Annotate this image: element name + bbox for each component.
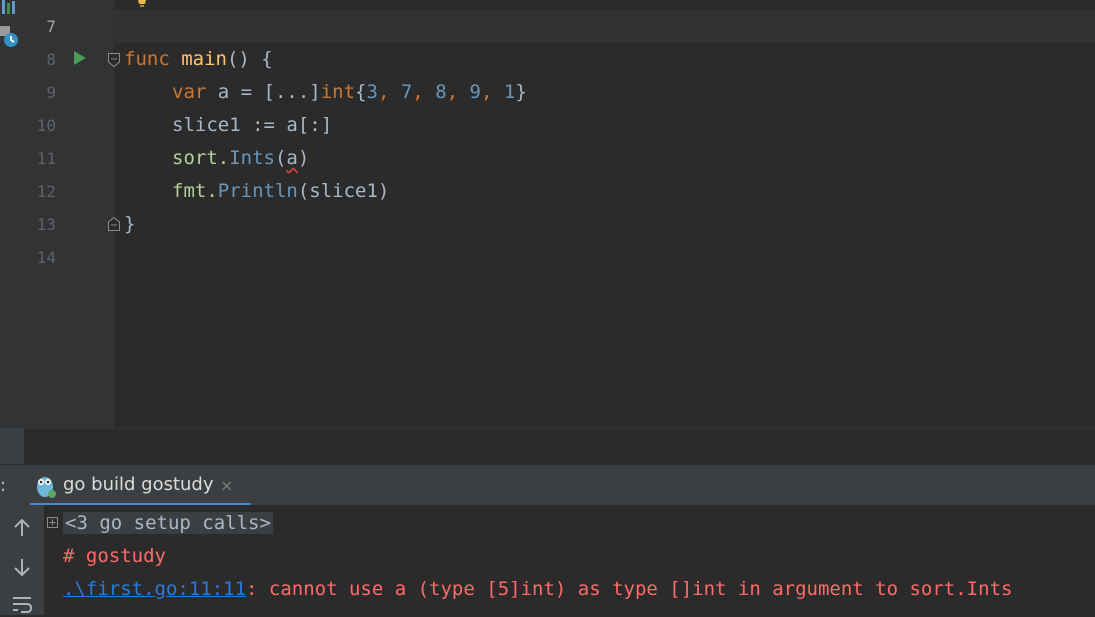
code-line-12: fmt.Println(slice1) bbox=[172, 175, 389, 208]
line-number: 11 bbox=[36, 149, 56, 168]
arrow-down-icon[interactable] bbox=[11, 556, 33, 578]
code-editor[interactable]: 7 8 9 10 11 12 13 14 func main() { var a… bbox=[24, 0, 1095, 428]
console-output-line: # gostudy bbox=[63, 545, 166, 567]
run-icon[interactable] bbox=[73, 50, 87, 66]
type-keyword: int bbox=[320, 81, 356, 103]
line-number: 10 bbox=[36, 116, 56, 135]
run-label: : bbox=[0, 475, 7, 496]
code-line-10: slice1 := a[:] bbox=[172, 114, 333, 136]
current-line-highlight bbox=[114, 10, 1095, 43]
number-literal: 3 bbox=[366, 81, 378, 103]
code-text: (slice1) bbox=[297, 180, 390, 202]
code-line-13: } bbox=[124, 213, 136, 235]
code-line-8: func main() { bbox=[124, 43, 273, 76]
close-icon[interactable]: × bbox=[220, 476, 233, 495]
function-call: Ints bbox=[229, 147, 275, 169]
left-strip-bottom bbox=[0, 428, 24, 464]
keyword: var bbox=[172, 81, 207, 103]
services-icon[interactable] bbox=[0, 26, 20, 48]
code-text: ( bbox=[274, 147, 287, 169]
run-console[interactable]: <3 go setup calls> # gostudy .\first.go:… bbox=[0, 505, 1095, 615]
tab-go-build-gostudy[interactable]: go build gostudy × bbox=[30, 465, 251, 506]
function-name: main bbox=[181, 48, 227, 70]
package-name: fmt. bbox=[172, 180, 218, 202]
gopher-icon bbox=[37, 477, 56, 498]
number-literal: 9 bbox=[469, 81, 481, 103]
fold-icon[interactable] bbox=[108, 53, 120, 67]
code-line-11: sort.Ints(a) bbox=[172, 142, 309, 175]
console-fold-line[interactable]: <3 go setup calls> bbox=[63, 507, 273, 540]
tab-label: go build gostudy bbox=[63, 474, 214, 495]
error-location-link[interactable]: .\first.go:11:11 bbox=[63, 578, 246, 600]
number-literal: 7 bbox=[400, 81, 413, 103]
line-number: 9 bbox=[46, 83, 56, 102]
function-call: Println bbox=[217, 180, 298, 202]
editor-bottom-area bbox=[24, 428, 1095, 465]
package-name: sort. bbox=[172, 147, 230, 169]
run-tool-window-header: : go build gostudy × bbox=[0, 464, 1095, 506]
line-number: 13 bbox=[36, 215, 56, 234]
number-literal: 8 bbox=[435, 81, 447, 103]
console-toolbar bbox=[0, 505, 44, 615]
code-line-9: var a = [...]int{3, 7, 8, 9, 1} bbox=[172, 81, 527, 103]
folded-setup-calls[interactable]: <3 go setup calls> bbox=[63, 512, 273, 534]
line-number: 7 bbox=[46, 17, 56, 36]
code-text: ) bbox=[297, 147, 310, 169]
console-error-line: .\first.go:11:11: cannot use a (type [5]… bbox=[63, 573, 1012, 606]
code-text: { bbox=[355, 81, 367, 103]
structure-icon[interactable] bbox=[0, 0, 18, 14]
expand-icon[interactable] bbox=[47, 517, 58, 528]
error-message: : cannot use a (type [5]int) as type []i… bbox=[246, 578, 1013, 600]
keyword: func bbox=[124, 48, 170, 70]
left-tool-strip bbox=[0, 0, 24, 464]
arrow-up-icon[interactable] bbox=[11, 517, 33, 539]
error-argument[interactable]: a bbox=[286, 147, 297, 169]
fold-icon[interactable] bbox=[108, 217, 120, 231]
code-text: } bbox=[515, 81, 527, 103]
code-text: () { bbox=[226, 48, 273, 70]
code-text: a = [...] bbox=[206, 81, 321, 103]
line-number: 8 bbox=[46, 50, 56, 69]
bulb-icon[interactable] bbox=[137, 0, 147, 8]
line-number: 12 bbox=[36, 182, 56, 201]
number-literal: 1 bbox=[503, 81, 516, 103]
soft-wrap-icon[interactable] bbox=[11, 595, 33, 617]
line-number: 14 bbox=[36, 248, 56, 267]
